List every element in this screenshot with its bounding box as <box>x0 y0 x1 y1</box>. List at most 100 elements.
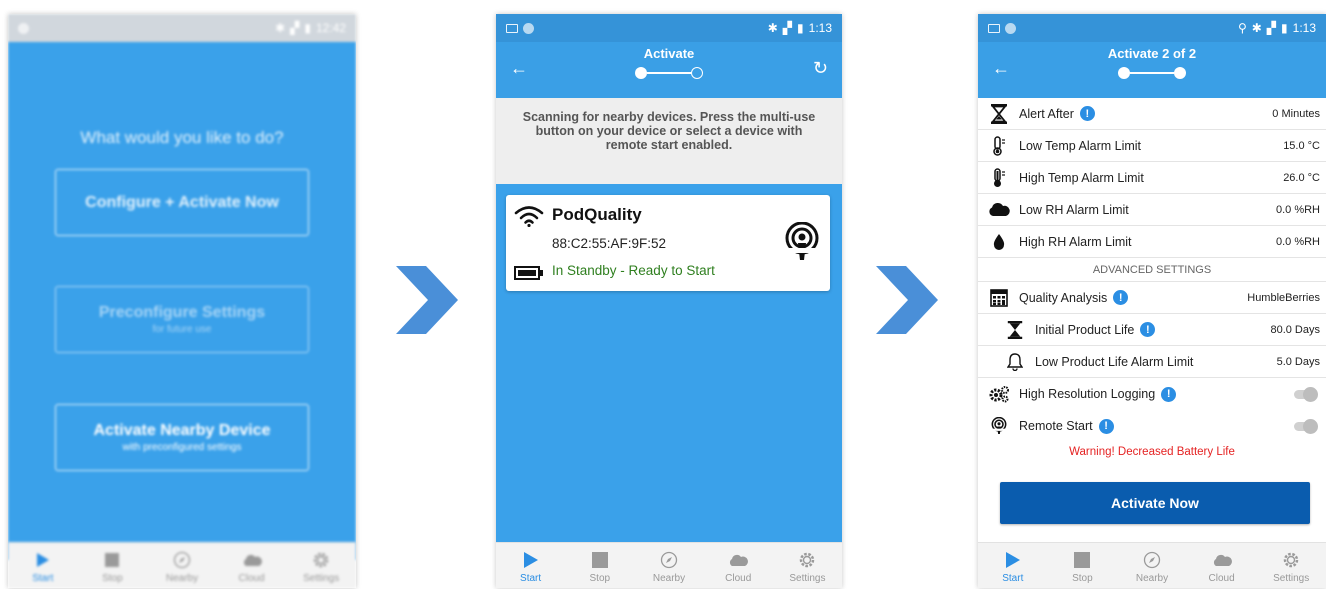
nav-start[interactable]: Start <box>496 543 565 588</box>
cloud-icon <box>988 200 1010 220</box>
setting-value: 26.0 °C <box>1283 171 1320 184</box>
button-sublabel: for future use <box>152 324 212 335</box>
notification-icon <box>1005 22 1016 34</box>
nav-settings[interactable]: Settings <box>286 543 356 588</box>
info-icon[interactable]: ! <box>1113 290 1129 305</box>
setting-row-low-temp[interactable]: Low Temp Alarm Limit 15.0 °C <box>978 130 1326 162</box>
signal-icon: ▞ <box>290 21 300 35</box>
setting-label: Quality Analysis <box>1019 290 1108 305</box>
signal-icon: ▞ <box>1266 21 1277 35</box>
nav-nearby[interactable]: Nearby <box>147 543 217 588</box>
nav-label: Start <box>1002 573 1024 584</box>
nav-label: Stop <box>1072 573 1093 584</box>
back-arrow-icon[interactable]: ← <box>510 58 528 79</box>
button-label: Preconfigure Settings <box>98 304 266 321</box>
mail-icon <box>506 23 518 33</box>
status-bar: ✱ ▞ ▮ 12:42 <box>8 14 356 42</box>
advanced-settings-header: ADVANCED SETTINGS <box>978 258 1326 282</box>
device-card[interactable]: PodQuality 88:C2:55:AF:9F:52 In Standby … <box>506 195 830 291</box>
nav-start[interactable]: Start <box>8 543 78 588</box>
hourglass-icon <box>988 103 1010 124</box>
nav-cloud[interactable]: Cloud <box>1187 543 1257 588</box>
device-status: In Standby - Ready to Start <box>552 263 715 278</box>
setting-value: 0.0 %RH <box>1275 203 1320 216</box>
button-label: Activate Nearby Device <box>93 422 271 439</box>
info-icon[interactable]: ! <box>1079 106 1095 121</box>
step-indicator <box>1118 67 1186 79</box>
configure-activate-button[interactable]: Configure + Activate Now <box>55 169 309 236</box>
info-icon[interactable]: ! <box>1140 322 1156 337</box>
setting-row-quality-analysis[interactable]: Quality Analysis! HumbleBerries <box>978 282 1326 314</box>
podcast-icon <box>988 416 1010 436</box>
setting-label: High RH Alarm Limit <box>1019 234 1132 249</box>
compass-icon <box>173 550 191 570</box>
nav-label: Settings <box>789 573 826 584</box>
setting-row-alert-after[interactable]: Alert After! 0 Minutes <box>978 98 1326 130</box>
bluetooth-icon: ✱ <box>1251 21 1262 35</box>
setting-row-low-product-life[interactable]: Low Product Life Alarm Limit 5.0 Days <box>978 346 1326 378</box>
chevron-right-icon <box>876 266 938 334</box>
preconfigure-settings-button[interactable]: Preconfigure Settings for future use <box>55 286 309 353</box>
remote-start-toggle[interactable] <box>1292 419 1318 434</box>
app-header: ← Activate ↻ <box>496 42 842 98</box>
nav-label: Stop <box>589 573 611 584</box>
nav-cloud[interactable]: Cloud <box>217 543 287 588</box>
setting-label: Initial Product Life <box>1035 322 1135 337</box>
question-text: What would you like to do? <box>80 128 284 147</box>
step-dot-active <box>635 67 647 79</box>
high-resolution-toggle[interactable] <box>1292 387 1318 402</box>
setting-value: HumbleBerries <box>1247 291 1320 304</box>
setting-row-remote-start[interactable]: Remote Start! <box>978 410 1326 442</box>
nav-label: Nearby <box>1135 573 1169 584</box>
nav-label: Nearby <box>165 573 199 584</box>
back-arrow-icon[interactable]: ← <box>992 58 1010 79</box>
bottom-nav: Start Stop Nearby Cloud Settings <box>978 542 1326 588</box>
device-mac: 88:C2:55:AF:9F:52 <box>552 236 667 251</box>
step-indicator <box>635 67 703 79</box>
notification-icon <box>523 22 534 34</box>
stop-icon <box>104 550 120 570</box>
button-label: Configure + Activate Now <box>85 193 279 211</box>
bottom-nav: Start Stop Nearby Cloud Settings <box>8 542 356 588</box>
play-icon <box>523 550 539 570</box>
nav-label: Settings <box>303 573 340 584</box>
setting-row-low-rh[interactable]: Low RH Alarm Limit 0.0 %RH <box>978 194 1326 226</box>
nav-settings[interactable]: Settings <box>773 543 842 588</box>
activate-now-button[interactable]: Activate Now <box>1000 482 1310 524</box>
nav-nearby[interactable]: Nearby <box>1117 543 1187 588</box>
nav-label: Start <box>32 573 54 584</box>
info-icon[interactable]: ! <box>1161 386 1177 402</box>
battery-icon: ▮ <box>1281 21 1288 35</box>
bluetooth-icon: ✱ <box>767 21 778 35</box>
scan-message: Scanning for nearby devices. Press the m… <box>496 98 842 184</box>
setting-row-initial-product-life[interactable]: Initial Product Life! 80.0 Days <box>978 314 1326 346</box>
setting-label: Low Temp Alarm Limit <box>1019 138 1142 153</box>
refresh-icon[interactable]: ↻ <box>813 58 828 79</box>
nav-stop[interactable]: Stop <box>78 543 148 588</box>
nav-start[interactable]: Start <box>978 543 1048 588</box>
nav-settings[interactable]: Settings <box>1256 543 1326 588</box>
nav-label: Cloud <box>725 573 752 584</box>
setting-label: Alert After <box>1019 106 1074 121</box>
phone-screen-activate-settings: ⚲ ✱ ▞ ▮ 1:13 ← Activate 2 of 2 Alert Aft… <box>978 14 1326 588</box>
setting-row-high-rh[interactable]: High RH Alarm Limit 0.0 %RH <box>978 226 1326 258</box>
device-list: PodQuality 88:C2:55:AF:9F:52 In Standby … <box>496 184 842 544</box>
nav-cloud[interactable]: Cloud <box>704 543 773 588</box>
bluetooth-icon: ✱ <box>275 21 286 35</box>
nav-label: Nearby <box>652 573 686 584</box>
page-title: Activate 2 of 2 <box>1107 46 1197 61</box>
battery-warning: Warning! Decreased Battery Life <box>1069 446 1235 458</box>
drop-icon <box>988 232 1010 252</box>
status-time: 12:42 <box>315 21 346 35</box>
cloud-icon <box>1212 550 1232 570</box>
nav-stop[interactable]: Stop <box>565 543 634 588</box>
setting-row-high-resolution-logging[interactable]: High Resolution Logging! <box>978 378 1326 410</box>
setting-row-high-temp[interactable]: High Temp Alarm Limit 26.0 °C <box>978 162 1326 194</box>
setting-label: High Temp Alarm Limit <box>1019 170 1144 185</box>
nav-nearby[interactable]: Nearby <box>634 543 703 588</box>
step-dot-inactive <box>691 67 703 79</box>
nav-stop[interactable]: Stop <box>1048 543 1118 588</box>
info-icon[interactable]: ! <box>1098 418 1114 434</box>
compass-icon <box>1143 550 1161 570</box>
activate-nearby-device-button[interactable]: Activate Nearby Device with preconfigure… <box>55 404 309 471</box>
